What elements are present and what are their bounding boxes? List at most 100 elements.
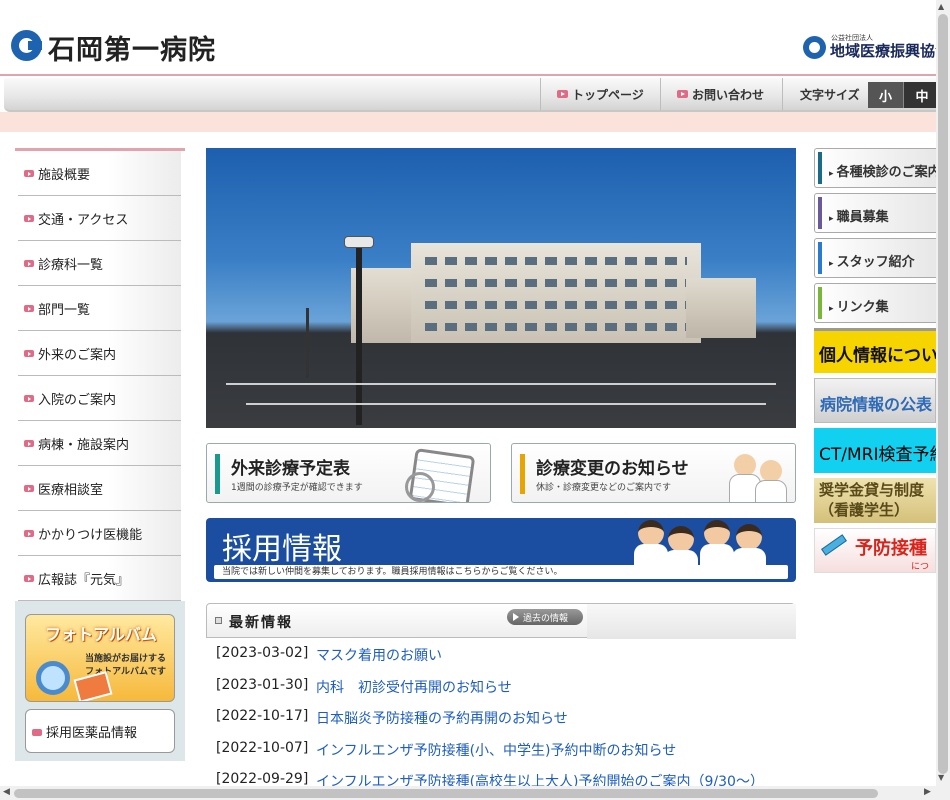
- photo-album-sub-line1: 当施設がお届けする: [84, 654, 166, 664]
- news-link[interactable]: マスク着用のお願い: [316, 645, 442, 665]
- hospital-logo-icon[interactable]: [11, 30, 42, 61]
- banner-subtitle: 休診・診療変更などのご案内です: [536, 483, 672, 493]
- font-size-label: 文字サイズ: [800, 88, 860, 102]
- side-menu: 施設概要 交通・アクセス 診療科一覧 部門一覧 外来のご案内 入院のご案内 病棟…: [15, 148, 185, 761]
- banner-accent-bar: [520, 454, 525, 494]
- news-item: [2023-01-30] 内科 初診受付再開のお知らせ: [216, 677, 512, 697]
- menu-item-label: 診療科一覧: [38, 257, 104, 273]
- arrow-right-icon: [557, 90, 568, 98]
- recruitment-banner[interactable]: 採用情報 当院では新しい仲間を募集しております。職員採用情報はこちらからご覧くだ…: [206, 518, 796, 582]
- menu-item-magazine[interactable]: 広報誌『元気』: [18, 556, 181, 601]
- menu-item-outpatient[interactable]: 外来のご案内: [18, 331, 181, 376]
- scholarship-banner[interactable]: 奨学金貸与制度 （看護学生）: [814, 478, 936, 523]
- vertical-scrollbar-thumb[interactable]: [938, 14, 948, 774]
- news-link[interactable]: インフルエンザ予防接種(小、中学生)予約中断のお知らせ: [316, 740, 676, 760]
- news-link[interactable]: 日本脳炎予防接種の予約再開のお知らせ: [316, 708, 568, 728]
- link-accent-bar: [818, 152, 822, 184]
- news-date: [2023-01-30]: [216, 677, 309, 693]
- arrow-right-icon: [24, 530, 34, 537]
- arrow-right-icon: [24, 575, 34, 582]
- street-lamp-head: [344, 236, 374, 248]
- font-size-small-button[interactable]: 小: [868, 82, 904, 108]
- font-size-medium-button[interactable]: 中: [904, 82, 940, 108]
- banner-title: 外来診療予定表: [231, 459, 350, 479]
- scroll-up-arrow-icon[interactable]: ▲: [938, 2, 944, 11]
- drug-info-link[interactable]: 採用医薬品情報: [25, 709, 175, 753]
- side-link-label: 各種検診のご案内: [829, 161, 941, 180]
- news-title: 最新情報: [229, 615, 293, 631]
- hospital-info-disclosure-banner[interactable]: 病院情報の公表: [814, 378, 936, 423]
- vaccination-banner-label: 予防接種: [855, 538, 927, 559]
- scroll-left-arrow-icon[interactable]: ◀: [3, 787, 10, 797]
- vaccination-banner-small: につい: [911, 562, 930, 572]
- menu-item-access[interactable]: 交通・アクセス: [18, 196, 181, 241]
- org-name-link[interactable]: 地域医療振興協会: [830, 40, 950, 61]
- news-archive-button[interactable]: 過去の情報: [507, 609, 583, 625]
- staff-icon: [736, 524, 762, 550]
- scrollbar-corner: [936, 786, 950, 800]
- arrow-right-icon: [32, 729, 42, 736]
- menu-item-consultation[interactable]: 医療相談室: [18, 466, 181, 511]
- side-link-links[interactable]: リンク集: [814, 283, 936, 323]
- doctor-icon: [760, 460, 782, 482]
- menu-item-family-doctor[interactable]: かかりつけ医機能: [18, 511, 181, 556]
- staff-icon: [704, 520, 730, 546]
- scroll-right-arrow-icon[interactable]: ▶: [924, 787, 931, 797]
- menu-item-label: 外来のご案内: [38, 347, 117, 363]
- side-link-label: 職員募集: [829, 206, 889, 225]
- menu-item-label: 施設概要: [38, 167, 91, 183]
- menu-item-label: かかりつけ医機能: [38, 527, 143, 543]
- street-lamp: [356, 240, 362, 425]
- news-item: [2022-10-17] 日本脳炎予防接種の予約再開のお知らせ: [216, 708, 568, 728]
- schedule-change-banner[interactable]: 診療変更のお知らせ 休診・診療変更などのご案内です: [511, 443, 796, 503]
- side-link-job-openings[interactable]: 職員募集: [814, 193, 936, 233]
- nav-top-page[interactable]: トップページ: [540, 78, 660, 110]
- menu-item-departments[interactable]: 診療科一覧: [18, 241, 181, 286]
- doctor-body-icon: [755, 480, 787, 502]
- site-title[interactable]: 石岡第一病院: [48, 28, 216, 67]
- stethoscope-icon: [405, 472, 435, 502]
- vaccination-banner[interactable]: 予防接種 につい: [814, 528, 936, 573]
- scroll-down-arrow-icon[interactable]: ▼: [938, 773, 944, 782]
- outpatient-schedule-banner[interactable]: 外来診療予定表 1週間の診療予定が確認できます: [206, 443, 491, 503]
- menu-item-wards[interactable]: 病棟・施設案内: [18, 421, 181, 466]
- nav-top-page-label: トップページ: [572, 87, 644, 102]
- building-wing-right: [686, 278, 756, 338]
- news-date: [2022-10-07]: [216, 740, 309, 756]
- menu-item-label: 医療相談室: [38, 482, 104, 498]
- menu-item-sections[interactable]: 部門一覧: [18, 286, 181, 331]
- news-header-tab: [587, 604, 796, 639]
- menu-item-label: 病棟・施設案内: [38, 437, 130, 453]
- photo-album-title: フォトアルバム: [45, 625, 157, 644]
- side-link-label: リンク集: [829, 296, 889, 315]
- arrow-right-icon: [24, 215, 34, 222]
- syringe-icon: [821, 534, 847, 556]
- side-link-staff[interactable]: スタッフ紹介: [814, 238, 936, 278]
- photo-album-banner[interactable]: フォトアルバム 当施設がお届けする フォトアルバムです: [25, 614, 175, 702]
- arrow-right-icon: [24, 350, 34, 357]
- building-main: [411, 243, 701, 343]
- decorative-band: [0, 112, 936, 132]
- privacy-banner-label: 個人情報について: [819, 346, 936, 366]
- horizontal-scrollbar-thumb[interactable]: [14, 789, 878, 798]
- arrow-right-icon: [24, 260, 34, 267]
- menu-item-facility-overview[interactable]: 施設概要: [18, 151, 181, 196]
- arrow-right-icon: [24, 440, 34, 447]
- news-link[interactable]: 内科 初診受付再開のお知らせ: [316, 677, 512, 697]
- nav-contact[interactable]: お問い合わせ: [660, 78, 782, 110]
- nav-contact-label: お問い合わせ: [692, 87, 765, 102]
- jadecom-logo-icon[interactable]: [803, 36, 826, 59]
- news-item: [2023-03-02] マスク着用のお願い: [216, 645, 442, 665]
- arrow-right-icon: [24, 395, 34, 402]
- doctor-icon: [734, 454, 756, 476]
- link-accent-bar: [818, 197, 822, 229]
- page: 石岡第一病院 公益社団法人 地域医療振興協会 トップページ お問い合わせ 文字サ…: [0, 0, 950, 800]
- link-accent-bar: [818, 287, 822, 319]
- menu-item-inpatient[interactable]: 入院のご案内: [18, 376, 181, 421]
- side-link-checkups[interactable]: 各種検診のご案内: [814, 148, 941, 188]
- ct-mri-booking-banner[interactable]: CT/MRI検査予約: [814, 428, 936, 473]
- link-accent-bar: [818, 242, 822, 274]
- privacy-banner[interactable]: 個人情報について: [814, 328, 936, 373]
- recruitment-title: 採用情報: [222, 532, 342, 567]
- top-nav: トップページ お問い合わせ 文字サイズ 小 中: [4, 78, 940, 112]
